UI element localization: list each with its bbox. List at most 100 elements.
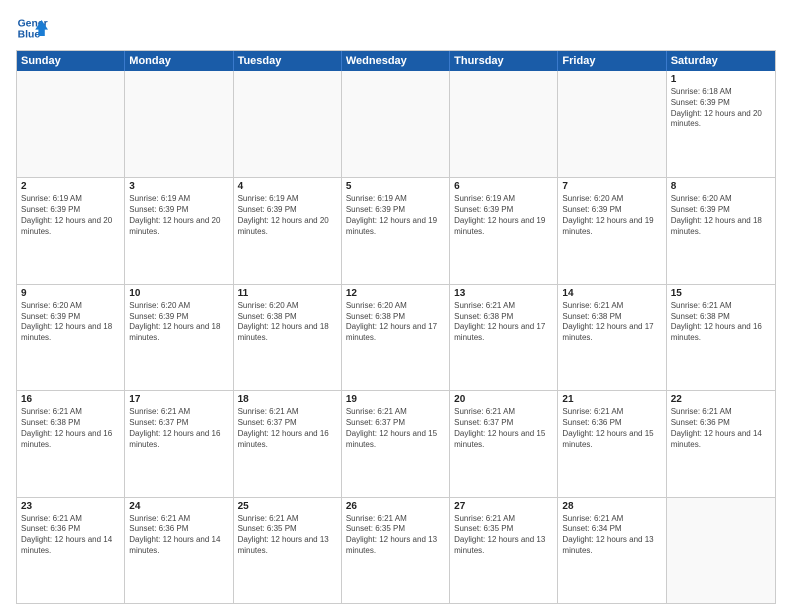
day-info: Sunrise: 6:21 AM Sunset: 6:35 PM Dayligh… <box>346 514 445 557</box>
calendar-cell <box>17 71 125 177</box>
day-info: Sunrise: 6:21 AM Sunset: 6:38 PM Dayligh… <box>21 407 120 450</box>
calendar-cell: 20 Sunrise: 6:21 AM Sunset: 6:37 PM Dayli… <box>450 391 558 496</box>
calendar-cell: 9 Sunrise: 6:20 AM Sunset: 6:39 PM Daylig… <box>17 285 125 390</box>
weekday-header: Saturday <box>667 51 775 71</box>
day-number: 2 <box>21 181 120 192</box>
day-number: 15 <box>671 288 771 299</box>
day-number: 25 <box>238 501 337 512</box>
calendar-cell: 26 Sunrise: 6:21 AM Sunset: 6:35 PM Dayli… <box>342 498 450 603</box>
day-number: 7 <box>562 181 661 192</box>
day-info: Sunrise: 6:20 AM Sunset: 6:38 PM Dayligh… <box>346 301 445 344</box>
day-info: Sunrise: 6:21 AM Sunset: 6:37 PM Dayligh… <box>238 407 337 450</box>
calendar-row: 23 Sunrise: 6:21 AM Sunset: 6:36 PM Dayli… <box>17 497 775 603</box>
calendar-cell: 28 Sunrise: 6:21 AM Sunset: 6:34 PM Dayli… <box>558 498 666 603</box>
day-info: Sunrise: 6:19 AM Sunset: 6:39 PM Dayligh… <box>129 194 228 237</box>
day-info: Sunrise: 6:21 AM Sunset: 6:36 PM Dayligh… <box>562 407 661 450</box>
day-number: 14 <box>562 288 661 299</box>
calendar-cell: 12 Sunrise: 6:20 AM Sunset: 6:38 PM Dayli… <box>342 285 450 390</box>
logo-icon: General Blue <box>16 12 48 44</box>
day-number: 1 <box>671 74 771 85</box>
calendar-cell: 18Sunrise: 6:21 AM Sunset: 6:37 PM Dayli… <box>234 391 342 496</box>
day-info: Sunrise: 6:21 AM Sunset: 6:35 PM Dayligh… <box>454 514 553 557</box>
day-number: 20 <box>454 394 553 405</box>
calendar-cell: 4Sunrise: 6:19 AM Sunset: 6:39 PM Daylig… <box>234 178 342 283</box>
calendar-cell: 23 Sunrise: 6:21 AM Sunset: 6:36 PM Dayli… <box>17 498 125 603</box>
page: General Blue SundayMondayTuesdayWednesda… <box>0 0 792 612</box>
calendar-cell: 22Sunrise: 6:21 AM Sunset: 6:36 PM Dayli… <box>667 391 775 496</box>
day-number: 11 <box>238 288 337 299</box>
day-info: Sunrise: 6:20 AM Sunset: 6:39 PM Dayligh… <box>671 194 771 237</box>
weekday-header: Thursday <box>450 51 558 71</box>
day-number: 21 <box>562 394 661 405</box>
day-number: 26 <box>346 501 445 512</box>
calendar-cell: 3 Sunrise: 6:19 AM Sunset: 6:39 PM Daylig… <box>125 178 233 283</box>
day-info: Sunrise: 6:20 AM Sunset: 6:38 PM Dayligh… <box>238 301 337 344</box>
day-info: Sunrise: 6:19 AM Sunset: 6:39 PM Dayligh… <box>238 194 337 237</box>
weekday-header: Monday <box>125 51 233 71</box>
logo: General Blue <box>16 12 48 44</box>
day-number: 9 <box>21 288 120 299</box>
day-info: Sunrise: 6:20 AM Sunset: 6:39 PM Dayligh… <box>21 301 120 344</box>
weekday-header: Wednesday <box>342 51 450 71</box>
calendar-cell <box>342 71 450 177</box>
calendar-row: 16 Sunrise: 6:21 AM Sunset: 6:38 PM Dayli… <box>17 390 775 496</box>
day-number: 8 <box>671 181 771 192</box>
day-info: Sunrise: 6:21 AM Sunset: 6:38 PM Dayligh… <box>671 301 771 344</box>
day-info: Sunrise: 6:19 AM Sunset: 6:39 PM Dayligh… <box>21 194 120 237</box>
day-number: 12 <box>346 288 445 299</box>
day-info: Sunrise: 6:21 AM Sunset: 6:36 PM Dayligh… <box>671 407 771 450</box>
calendar-cell: 8 Sunrise: 6:20 AM Sunset: 6:39 PM Daylig… <box>667 178 775 283</box>
calendar-cell: 25 Sunrise: 6:21 AM Sunset: 6:35 PM Dayli… <box>234 498 342 603</box>
calendar-cell <box>234 71 342 177</box>
day-number: 23 <box>21 501 120 512</box>
day-info: Sunrise: 6:20 AM Sunset: 6:39 PM Dayligh… <box>129 301 228 344</box>
calendar-cell: 19 Sunrise: 6:21 AM Sunset: 6:37 PM Dayli… <box>342 391 450 496</box>
day-info: Sunrise: 6:21 AM Sunset: 6:36 PM Dayligh… <box>129 514 228 557</box>
calendar-cell: 1 Sunrise: 6:18 AM Sunset: 6:39 PM Daylig… <box>667 71 775 177</box>
day-info: Sunrise: 6:21 AM Sunset: 6:34 PM Dayligh… <box>562 514 661 557</box>
calendar-cell: 27 Sunrise: 6:21 AM Sunset: 6:35 PM Dayli… <box>450 498 558 603</box>
weekday-header: Friday <box>558 51 666 71</box>
day-number: 3 <box>129 181 228 192</box>
calendar-cell: 24 Sunrise: 6:21 AM Sunset: 6:36 PM Dayli… <box>125 498 233 603</box>
calendar-cell <box>450 71 558 177</box>
day-number: 5 <box>346 181 445 192</box>
day-info: Sunrise: 6:18 AM Sunset: 6:39 PM Dayligh… <box>671 87 771 130</box>
calendar-cell: 16 Sunrise: 6:21 AM Sunset: 6:38 PM Dayli… <box>17 391 125 496</box>
day-number: 27 <box>454 501 553 512</box>
day-info: Sunrise: 6:21 AM Sunset: 6:38 PM Dayligh… <box>454 301 553 344</box>
weekday-header: Tuesday <box>234 51 342 71</box>
day-number: 6 <box>454 181 553 192</box>
day-number: 28 <box>562 501 661 512</box>
day-info: Sunrise: 6:20 AM Sunset: 6:39 PM Dayligh… <box>562 194 661 237</box>
calendar-cell: 6 Sunrise: 6:19 AM Sunset: 6:39 PM Daylig… <box>450 178 558 283</box>
calendar-cell <box>667 498 775 603</box>
weekday-header: Sunday <box>17 51 125 71</box>
day-number: 19 <box>346 394 445 405</box>
day-number: 17 <box>129 394 228 405</box>
svg-text:Blue: Blue <box>18 30 41 41</box>
calendar-body: 1 Sunrise: 6:18 AM Sunset: 6:39 PM Daylig… <box>17 71 775 603</box>
day-info: Sunrise: 6:21 AM Sunset: 6:38 PM Dayligh… <box>562 301 661 344</box>
calendar-cell: 5Sunrise: 6:19 AM Sunset: 6:39 PM Daylig… <box>342 178 450 283</box>
day-number: 16 <box>21 394 120 405</box>
calendar-cell: 10 Sunrise: 6:20 AM Sunset: 6:39 PM Dayli… <box>125 285 233 390</box>
day-info: Sunrise: 6:21 AM Sunset: 6:37 PM Dayligh… <box>129 407 228 450</box>
header: General Blue <box>16 12 776 44</box>
calendar-row: 9 Sunrise: 6:20 AM Sunset: 6:39 PM Daylig… <box>17 284 775 390</box>
day-info: Sunrise: 6:21 AM Sunset: 6:35 PM Dayligh… <box>238 514 337 557</box>
calendar-cell: 21 Sunrise: 6:21 AM Sunset: 6:36 PM Dayli… <box>558 391 666 496</box>
day-info: Sunrise: 6:21 AM Sunset: 6:37 PM Dayligh… <box>454 407 553 450</box>
day-info: Sunrise: 6:21 AM Sunset: 6:36 PM Dayligh… <box>21 514 120 557</box>
calendar: SundayMondayTuesdayWednesdayThursdayFrid… <box>16 50 776 604</box>
calendar-cell: 15 Sunrise: 6:21 AM Sunset: 6:38 PM Dayli… <box>667 285 775 390</box>
calendar-row: 1 Sunrise: 6:18 AM Sunset: 6:39 PM Daylig… <box>17 71 775 177</box>
day-info: Sunrise: 6:19 AM Sunset: 6:39 PM Dayligh… <box>454 194 553 237</box>
day-number: 13 <box>454 288 553 299</box>
calendar-row: 2 Sunrise: 6:19 AM Sunset: 6:39 PM Daylig… <box>17 177 775 283</box>
day-info: Sunrise: 6:21 AM Sunset: 6:37 PM Dayligh… <box>346 407 445 450</box>
day-number: 24 <box>129 501 228 512</box>
day-number: 10 <box>129 288 228 299</box>
calendar-cell: 2 Sunrise: 6:19 AM Sunset: 6:39 PM Daylig… <box>17 178 125 283</box>
calendar-cell <box>125 71 233 177</box>
